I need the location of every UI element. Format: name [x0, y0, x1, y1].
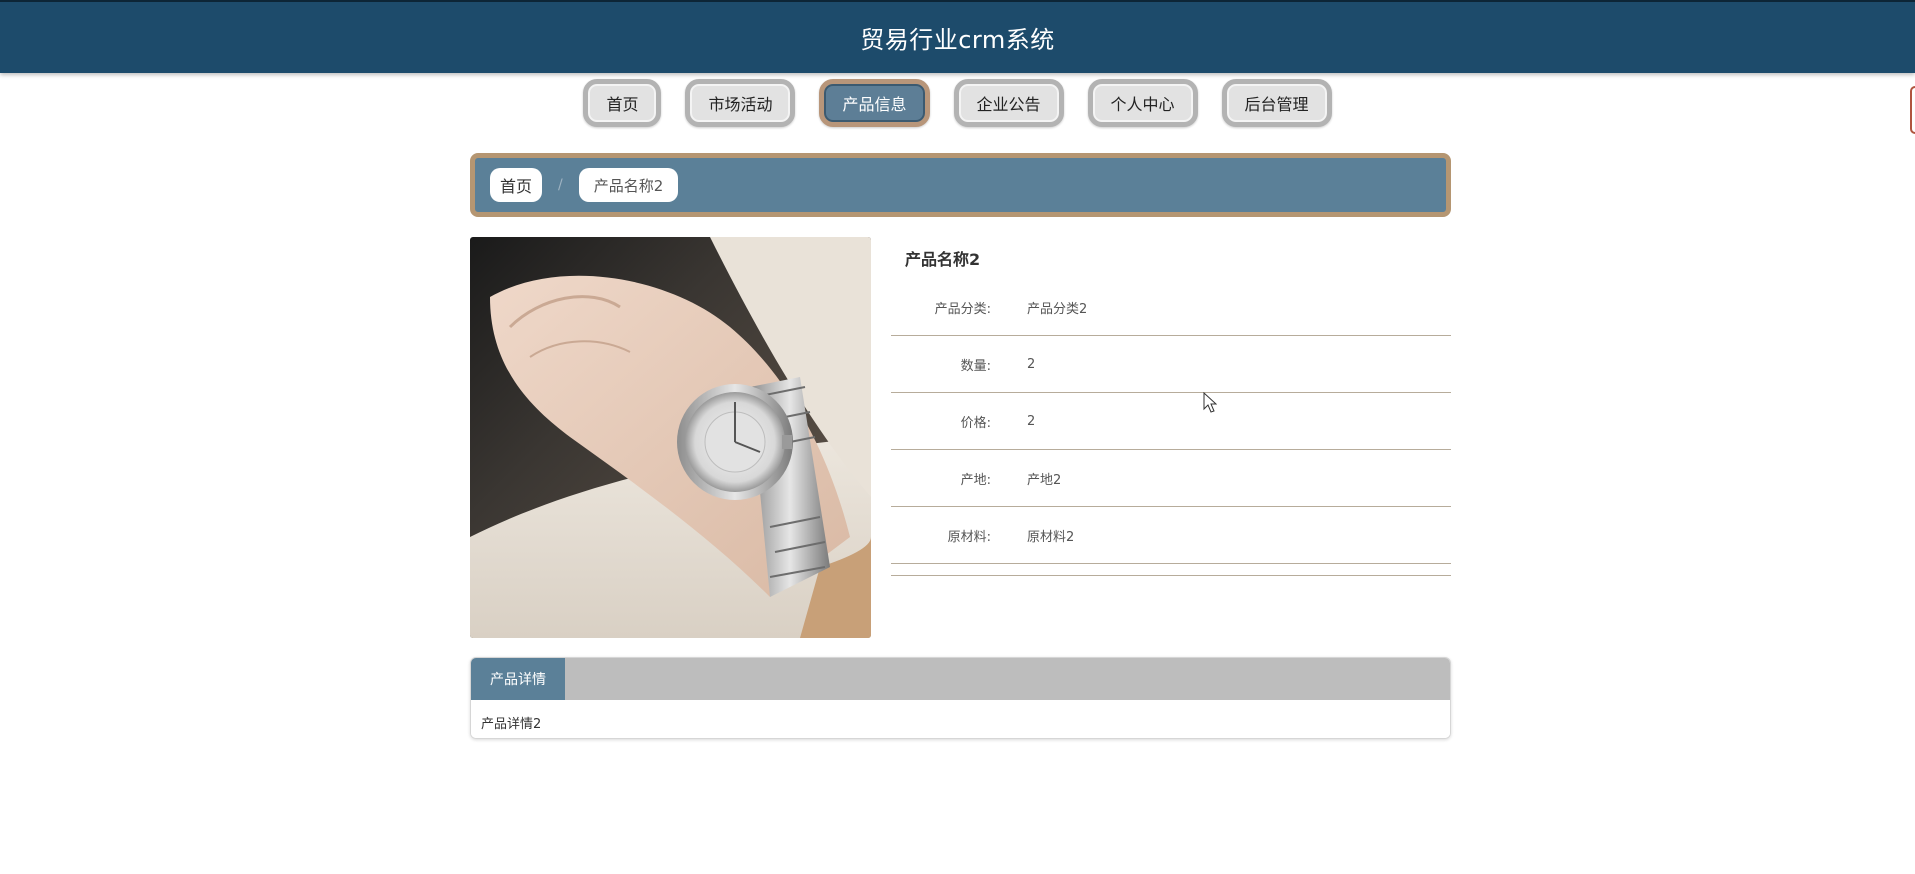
- product-info: 产品名称2 产品分类: 产品分类2 数量: 2 价格: 2 产地: 产地2 原材…: [891, 237, 1451, 576]
- field-label-quantity: 数量:: [960, 358, 991, 374]
- detail-tab-bar: 产品详情: [471, 658, 1450, 700]
- top-header: 贸易行业crm系统: [0, 0, 1915, 73]
- field-value-category: 产品分类2: [1027, 301, 1088, 317]
- mouse-cursor-icon: [1203, 392, 1217, 413]
- field-value-price: 2: [1027, 413, 1036, 429]
- breadcrumb-separator: /: [558, 177, 563, 193]
- nav-item-product-info[interactable]: 产品信息: [819, 79, 930, 127]
- breadcrumb: 首页 / 产品名称2: [470, 153, 1451, 217]
- product-detail-content: 产品详情2: [471, 700, 1450, 738]
- field-value-origin: 产地2: [1027, 472, 1062, 488]
- product-field-row: 产地: 产地2: [891, 450, 1451, 507]
- main-nav: 首页 市场活动 产品信息 企业公告 个人中心 后台管理: [0, 78, 1915, 128]
- field-label-category: 产品分类:: [934, 301, 991, 317]
- product-image: [470, 237, 871, 638]
- wristwatch-photo-icon: [470, 237, 871, 638]
- breadcrumb-home[interactable]: 首页: [490, 168, 543, 202]
- field-value-material: 原材料2: [1027, 529, 1075, 545]
- product-field-row: 原材料: 原材料2: [891, 507, 1451, 564]
- nav-item-personal-center[interactable]: 个人中心: [1087, 79, 1198, 127]
- tab-product-detail[interactable]: 产品详情: [471, 658, 565, 700]
- product-field-row: 价格: 2: [891, 393, 1451, 450]
- breadcrumb-current: 产品名称2: [578, 168, 679, 202]
- field-label-material: 原材料:: [947, 529, 991, 545]
- field-label-origin: 产地:: [960, 472, 991, 488]
- field-label-price: 价格:: [960, 415, 991, 431]
- floating-side-button[interactable]: [1910, 86, 1915, 134]
- nav-item-admin[interactable]: 后台管理: [1221, 79, 1332, 127]
- product-name: 产品名称2: [905, 250, 981, 269]
- product-detail-panel: 产品详情 产品详情2: [470, 657, 1451, 739]
- product-field-row: 数量: 2: [891, 336, 1451, 393]
- product-field-row: 产品分类: 产品分类2: [891, 279, 1451, 336]
- field-value-quantity: 2: [1027, 356, 1036, 372]
- nav-item-market-activity[interactable]: 市场活动: [685, 79, 796, 127]
- info-divider: [891, 564, 1451, 576]
- nav-item-home[interactable]: 首页: [583, 79, 662, 127]
- nav-item-company-notice[interactable]: 企业公告: [953, 79, 1064, 127]
- site-title: 贸易行业crm系统: [860, 26, 1055, 54]
